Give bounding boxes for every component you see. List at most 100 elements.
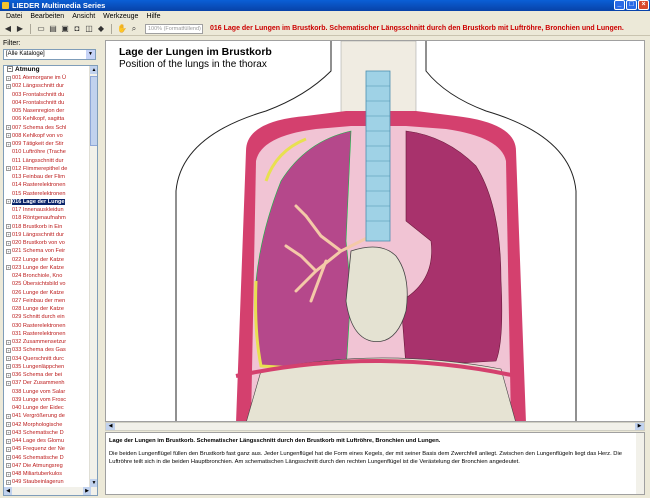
tree-item[interactable]: 013 Feinbau der Flim <box>4 173 90 181</box>
tree-item[interactable]: +002 Längsschnitt dur <box>4 82 90 90</box>
expand-icon[interactable]: + <box>6 141 11 147</box>
expand-icon[interactable]: + <box>6 347 11 353</box>
tree-item[interactable]: 029 Schnitt durch ein <box>4 313 90 321</box>
tree-item[interactable]: 011 Längsschnitt dur <box>4 157 90 165</box>
tree-item[interactable]: 031 Rasterelektronen <box>4 330 90 338</box>
tree-horizontal-scrollbar[interactable]: ◀ ▶ <box>4 487 97 495</box>
tree-item[interactable]: +041 Vergrößerung de <box>4 412 90 420</box>
image-viewer[interactable]: Lage der Lungen im Brustkorb Position of… <box>105 40 645 422</box>
expand-icon[interactable]: + <box>6 380 11 386</box>
tree-item[interactable]: +023 Lunge der Katze <box>4 264 90 272</box>
tree-item[interactable]: +037 Der Zusammenh <box>4 379 90 387</box>
close-button[interactable]: × <box>638 0 649 10</box>
expand-icon[interactable]: + <box>6 83 11 89</box>
export-icon[interactable]: ◫ <box>84 24 94 34</box>
open-icon[interactable]: ▭ <box>36 24 46 34</box>
menu-bearbeiten[interactable]: Bearbeiten <box>30 11 64 22</box>
camera-icon[interactable]: ◘ <box>72 24 82 34</box>
tree-item[interactable]: 028 Lunge der Katze <box>4 305 90 313</box>
tree-item[interactable]: +046 Schematische D <box>4 454 90 462</box>
expand-icon[interactable]: + <box>6 224 11 229</box>
tools-icon[interactable]: ◆ <box>96 24 106 34</box>
scroll-left-icon[interactable]: ◀ <box>4 487 12 495</box>
tree-item[interactable]: +018 Brustkorb in Ein <box>4 223 90 231</box>
menu-datei[interactable]: Datei <box>6 11 22 22</box>
zoom-icon[interactable]: ⌕ <box>129 24 139 34</box>
back-icon[interactable]: ◀ <box>3 24 13 34</box>
expand-icon[interactable]: + <box>6 430 11 436</box>
tree-item[interactable]: 040 Lunge der Eidec <box>4 404 90 412</box>
expand-icon[interactable]: + <box>6 479 11 485</box>
minimize-button[interactable]: _ <box>614 0 625 10</box>
tree-item[interactable]: 003 Frontalschnitt du <box>4 91 90 99</box>
tree-item[interactable]: +047 Die Atmungsreg <box>4 462 90 470</box>
tree-item[interactable]: +007 Schema des Schl <box>4 124 90 132</box>
tree-item[interactable]: +021 Schema von Feir <box>4 247 90 255</box>
tree-item[interactable]: 004 Frontalschnitt du <box>4 99 90 107</box>
print-icon[interactable]: ▤ <box>48 24 58 34</box>
tree-item[interactable]: +020 Brustkorb von vo <box>4 239 90 247</box>
expand-icon[interactable]: + <box>6 75 11 81</box>
filter-select[interactable]: [Alle Kataloge] ▼ <box>3 49 96 60</box>
tree-item[interactable]: +048 Miliartuberkulos <box>4 470 90 478</box>
scroll-right-icon[interactable]: ▶ <box>635 423 644 430</box>
description-scrollbar[interactable] <box>636 433 644 494</box>
tree-item[interactable]: 010 Luftröhre (Trache <box>4 148 90 156</box>
tree-item[interactable]: +033 Schema des Gas <box>4 346 90 354</box>
tree-vertical-scrollbar[interactable]: ▲ ▼ <box>89 66 97 487</box>
expand-icon[interactable]: + <box>6 364 11 370</box>
tree-root[interactable]: − Atmung <box>4 66 90 74</box>
tree-item[interactable]: 005 Nasenregion der <box>4 107 90 115</box>
scroll-thumb[interactable] <box>90 76 97 146</box>
tree-item[interactable]: 006 Kehlkopf, sagitta <box>4 115 90 123</box>
collapse-icon[interactable]: − <box>7 66 13 73</box>
tree-item[interactable]: +016 Lage der Lunge <box>4 198 90 206</box>
tree-item[interactable]: +035 Lungenläppchen <box>4 363 90 371</box>
catalog-tree[interactable]: − Atmung +001 Atemorgane im Ü +002 Längssc… <box>3 65 98 496</box>
tree-item[interactable]: 017 Innenauskleidun <box>4 206 90 214</box>
expand-icon[interactable]: + <box>6 339 11 345</box>
zoom-select[interactable]: 100% (Formatfüllend) <box>145 23 203 34</box>
tree-item[interactable]: +049 Staubeinlagerun <box>4 478 90 486</box>
tree-item[interactable]: 014 Rasterelektronen <box>4 181 90 189</box>
expand-icon[interactable]: + <box>6 372 11 378</box>
expand-icon[interactable]: + <box>6 422 11 427</box>
tree-item[interactable]: +009 Tätigkeit der Stir <box>4 140 90 148</box>
save-icon[interactable]: ▣ <box>60 24 70 34</box>
expand-icon[interactable]: + <box>6 166 11 172</box>
expand-icon[interactable]: + <box>6 455 11 460</box>
tree-item[interactable]: +008 Kehlkopf von vo <box>4 132 90 140</box>
tree-item[interactable]: +042 Morphologische <box>4 421 90 429</box>
tree-item[interactable]: 039 Lunge vom Frosc <box>4 396 90 404</box>
expand-icon[interactable]: + <box>6 463 11 469</box>
expand-icon[interactable]: + <box>6 471 11 477</box>
expand-icon[interactable]: + <box>6 248 11 254</box>
image-horizontal-scrollbar[interactable]: ◀ ▶ <box>105 422 645 431</box>
tree-item[interactable]: +032 Zusammensetzur <box>4 338 90 346</box>
tree-item[interactable]: +043 Schematische D <box>4 429 90 437</box>
menu-ansicht[interactable]: Ansicht <box>72 11 95 22</box>
tree-item[interactable]: 022 Lunge der Katze <box>4 256 90 264</box>
scroll-left-icon[interactable]: ◀ <box>106 423 115 430</box>
expand-icon[interactable]: + <box>6 133 11 139</box>
expand-icon[interactable]: + <box>6 199 11 205</box>
tree-item[interactable]: 024 Bronchiole, Kno <box>4 272 90 280</box>
menu-hilfe[interactable]: Hilfe <box>146 11 160 22</box>
tree-item[interactable]: 015 Rasterelektronen <box>4 190 90 198</box>
scroll-down-icon[interactable]: ▼ <box>90 479 97 487</box>
tree-item[interactable]: +019 Längsschnitt dur <box>4 231 90 239</box>
tree-item[interactable]: +044 Lage des Glomu <box>4 437 90 445</box>
tree-item[interactable]: +012 Flimmerepithel de <box>4 165 90 173</box>
tree-item[interactable]: 025 Übersichtsbild vo <box>4 280 90 288</box>
chevron-down-icon[interactable]: ▼ <box>86 50 95 59</box>
hand-icon[interactable]: ✋ <box>117 24 127 34</box>
tree-item[interactable]: 030 Rasterelektronen <box>4 322 90 330</box>
tree-item[interactable]: 018 Röntgenaufnahm <box>4 214 90 222</box>
tree-item[interactable]: 026 Lunge der Katze <box>4 289 90 297</box>
expand-icon[interactable]: + <box>6 232 11 238</box>
tree-item[interactable]: 027 Feinbau der men <box>4 297 90 305</box>
expand-icon[interactable]: + <box>6 356 11 361</box>
tree-item[interactable]: +001 Atemorgane im Ü <box>4 74 90 82</box>
expand-icon[interactable]: + <box>6 438 11 444</box>
expand-icon[interactable]: + <box>6 446 11 452</box>
